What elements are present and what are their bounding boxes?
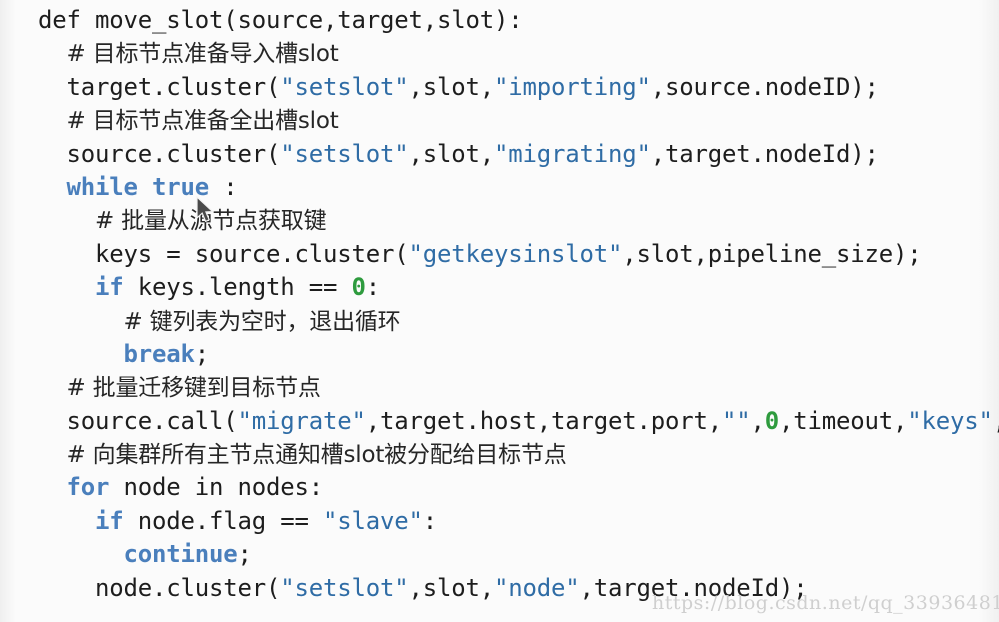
code-line: # 批量从源节点获取键 xyxy=(0,204,999,237)
code-line: source.cluster("setslot",slot,"migrating… xyxy=(0,138,999,171)
code-line: # 批量迁移键到目标节点 xyxy=(0,371,999,404)
code-token-plain: ,slot, xyxy=(408,573,495,602)
code-token-plain: keys.length == xyxy=(123,273,352,302)
code-token-str: "migrate" xyxy=(237,406,366,435)
code-token-kw: continue xyxy=(123,540,238,569)
code-line: source.call("migrate",target.host,target… xyxy=(0,405,999,438)
code-line: break; xyxy=(0,338,999,371)
code-token-cmt: # 批量从源节点获取键 xyxy=(95,208,327,235)
code-line: # 向集群所有主节点通知槽slot被分配给目标节点 xyxy=(0,438,999,471)
code-token-str: "setslot" xyxy=(280,573,409,602)
code-block[interactable]: def move_slot(source,target,slot): # 目标节… xyxy=(0,4,999,605)
code-token-plain: node.flag == xyxy=(123,506,323,535)
code-token-str: "setslot" xyxy=(280,139,409,168)
code-token-str: "migrating" xyxy=(494,139,651,168)
code-token-plain: def move_slot(source,target,slot): xyxy=(38,6,523,34)
code-token-num: 0 xyxy=(764,406,779,435)
code-token-plain: keys = source.cluster( xyxy=(95,239,409,268)
code-line: if node.flag == "slave": xyxy=(0,505,999,538)
code-line: # 键列表为空时，退出循环 xyxy=(0,305,999,338)
code-token-cmt: # 向集群所有主节点通知槽slot被分配给目标节点 xyxy=(66,442,567,469)
code-token-cmt: # 键列表为空时，退出循环 xyxy=(123,308,401,335)
code-line: target.cluster("setslot",slot,"importing… xyxy=(0,71,999,104)
code-token-plain: ,keys]); xyxy=(993,407,999,435)
code-token-cmt: # 批量迁移键到目标节点 xyxy=(66,375,321,402)
code-token-plain: ,slot,pipeline_size); xyxy=(622,239,922,268)
code-token-plain: ,slot, xyxy=(408,139,495,168)
code-line: for node in nodes: xyxy=(0,471,999,504)
code-token-plain: ,timeout, xyxy=(778,406,908,435)
code-token-plain: node.cluster( xyxy=(95,573,281,602)
code-line: if keys.length == 0: xyxy=(0,271,999,304)
code-token-plain: source.cluster( xyxy=(66,139,281,168)
code-token-kw: if xyxy=(95,506,124,535)
code-token-plain: ,target.host,target.port, xyxy=(365,406,722,435)
code-token-plain: ,target.nodeId); xyxy=(650,139,879,168)
code-line: continue; xyxy=(0,538,999,571)
code-token-str: "slave" xyxy=(323,506,423,535)
code-line: keys = source.cluster("getkeysinslot",sl… xyxy=(0,238,999,271)
code-token-str: "importing" xyxy=(494,72,651,101)
code-token-kw: for xyxy=(66,473,110,502)
code-token-str: "getkeysinslot" xyxy=(408,239,623,268)
code-token-str: "setslot" xyxy=(280,72,409,101)
code-token-str: "" xyxy=(721,406,751,435)
watermark-text: https://blog.csdn.net/qq_33936481 xyxy=(652,592,999,614)
code-token-plain: ; xyxy=(237,540,252,569)
code-token-kw: while true xyxy=(66,172,210,201)
code-token-plain: ,slot, xyxy=(408,72,495,101)
code-line: while true : xyxy=(0,171,999,204)
code-token-plain: : xyxy=(422,506,437,535)
code-token-plain: : xyxy=(209,172,238,201)
code-token-plain: ,source.nodeID); xyxy=(650,72,879,101)
code-token-plain: node in nodes: xyxy=(109,473,323,502)
code-token-num: 0 xyxy=(351,273,366,302)
code-line: # 目标节点准备全出槽slot xyxy=(0,104,999,137)
code-token-cmt: # 目标节点准备导入槽slot xyxy=(66,41,339,68)
code-token-plain: ; xyxy=(194,339,209,368)
code-token-plain: , xyxy=(750,406,765,435)
code-token-kw: if xyxy=(95,273,124,302)
code-token-plain: target.cluster( xyxy=(66,72,281,101)
code-token-plain: source.call( xyxy=(66,406,238,435)
code-line: # 目标节点准备导入槽slot xyxy=(0,37,999,70)
code-line: def move_slot(source,target,slot): xyxy=(0,4,999,37)
code-viewer[interactable]: def move_slot(source,target,slot): # 目标节… xyxy=(0,0,999,622)
code-token-cmt: # 目标节点准备全出槽slot xyxy=(66,108,339,135)
code-token-plain: : xyxy=(365,273,380,302)
code-token-kw: break xyxy=(123,339,195,368)
code-token-str: "keys" xyxy=(907,406,993,435)
code-token-str: "node" xyxy=(494,573,580,602)
